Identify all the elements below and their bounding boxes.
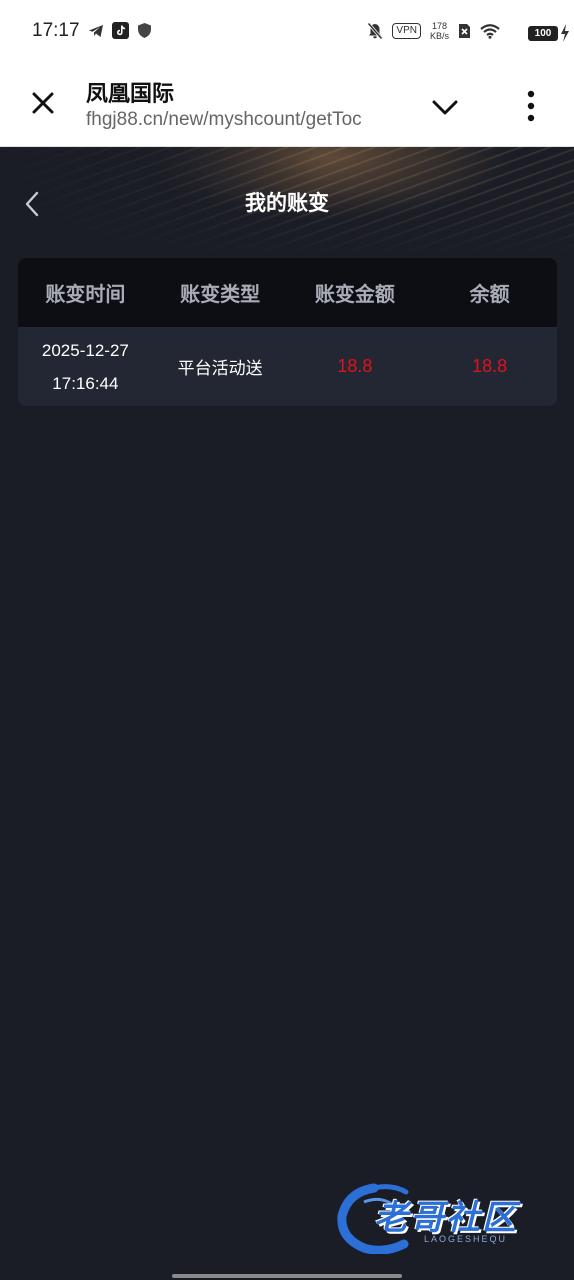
row-datetime: 2025-12-27 17:16:44 [18, 334, 153, 400]
row-balance: 18.8 [472, 356, 508, 376]
status-bar: 17:17 VPN 178 KB/s 100 [0, 0, 574, 66]
row-date: 2025-12-27 [41, 340, 129, 360]
chevron-down-icon[interactable] [428, 90, 462, 124]
wifi-icon [480, 23, 500, 39]
row-time: 17:16:44 [52, 373, 119, 393]
tiktok-icon [112, 22, 129, 39]
battery-icon: 100 [528, 26, 558, 41]
charging-icon [561, 24, 569, 42]
net-speed: 178 KB/s [430, 21, 449, 41]
table-header: 账变时间 账变类型 账变金额 余额 [18, 258, 557, 327]
row-type: 平台活动送 [177, 359, 263, 379]
status-left-icons [88, 22, 152, 39]
column-header-time: 账变时间 [45, 282, 126, 306]
sim-icon [459, 24, 470, 38]
shield-icon [138, 23, 151, 38]
watermark-logo: 老哥社区 LAOGESHEQU [334, 1182, 560, 1254]
status-right-icons: VPN 178 KB/s [367, 21, 500, 41]
vpn-icon: VPN [392, 23, 421, 39]
site-url[interactable]: fhgj88.cn/new/myshcount/getToc [86, 109, 402, 131]
browser-header: 凤凰国际 fhgj88.cn/new/myshcount/getToc [0, 66, 574, 147]
more-menu-icon[interactable] [516, 86, 546, 126]
row-amount: 18.8 [337, 356, 373, 376]
mute-icon [367, 22, 384, 40]
home-indicator[interactable] [172, 1274, 402, 1278]
page-content: 我的账变 账变时间 账变类型 账变金额 余额 2025-12-27 17:16:… [0, 147, 574, 1280]
site-title: 凤凰国际 [86, 82, 175, 107]
net-speed-unit: KB/s [429, 31, 449, 41]
close-icon[interactable] [26, 86, 60, 120]
watermark-text: 老哥社区 [374, 1198, 518, 1238]
watermark-subtext: LAOGESHEQU [424, 1234, 508, 1244]
column-header-type: 账变类型 [180, 282, 261, 306]
net-speed-value: 178 [431, 21, 447, 31]
telegram-icon [89, 24, 103, 37]
status-time: 17:17 [32, 20, 80, 41]
column-header-amount: 账变金额 [314, 282, 395, 306]
table-row: 2025-12-27 17:16:44 平台活动送 18.8 18.8 [18, 327, 557, 406]
column-header-balance: 余额 [469, 282, 510, 306]
account-changes-table: 账变时间 账变类型 账变金额 余额 2025-12-27 17:16:44 平台… [18, 258, 557, 406]
page-title: 我的账变 [245, 191, 329, 215]
